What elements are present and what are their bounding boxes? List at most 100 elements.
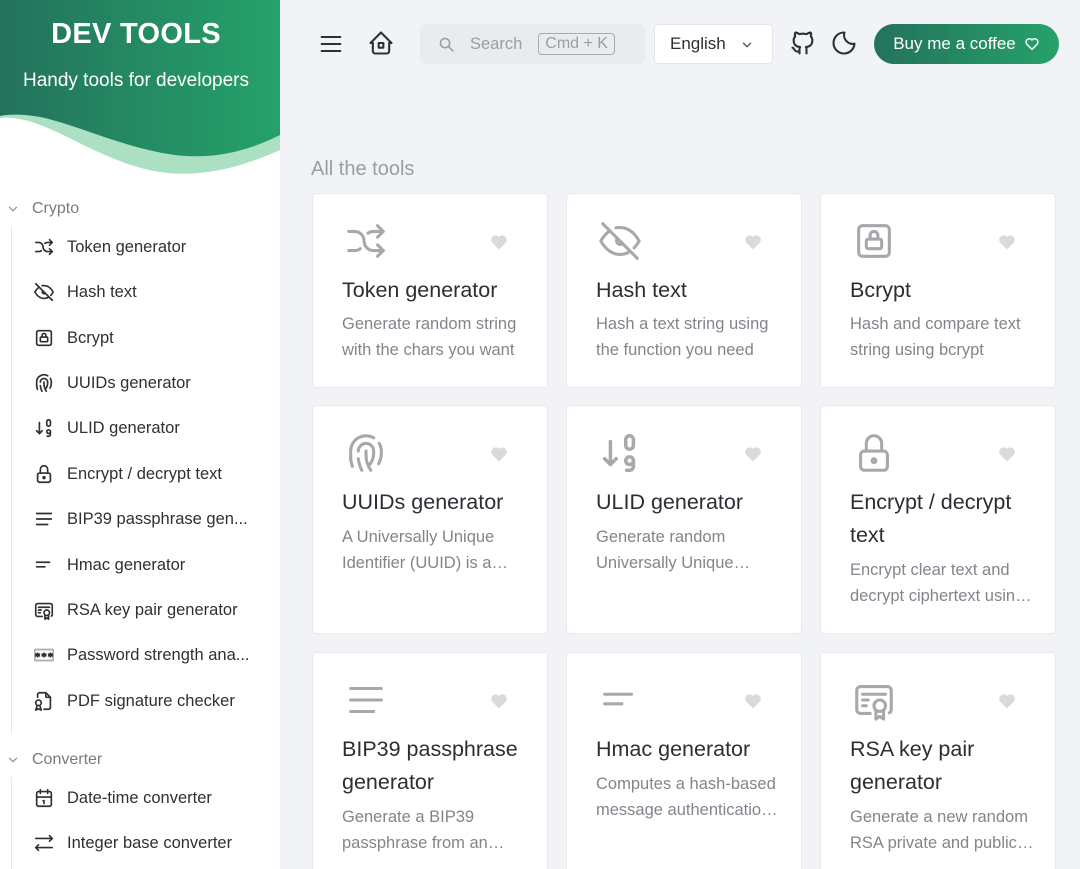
card-description: Generate random string with the chars yo…: [342, 315, 517, 359]
sidebar-item-bip39-passphrase-generator[interactable]: BIP39 passphrase gen...: [32, 501, 264, 537]
favorite-heart-icon[interactable]: [489, 444, 509, 464]
section-title: All the tools: [311, 158, 415, 180]
short-text-icon: [32, 553, 56, 577]
favorite-heart-icon[interactable]: [997, 232, 1017, 252]
chevron-down-icon: [742, 42, 752, 48]
sidebar-item-integer-base-converter[interactable]: Integer base converter: [32, 825, 264, 861]
language-select[interactable]: English: [654, 24, 773, 64]
calendar-icon: [32, 786, 56, 810]
sidebar-item-label: Hmac generator: [67, 555, 186, 574]
tool-card-token-generator[interactable]: Token generator Generate random string w…: [312, 193, 548, 388]
sidebar-item-password-strength-analyser[interactable]: Password strength ana...: [32, 637, 264, 673]
certificate-icon: [851, 677, 897, 723]
brand-title[interactable]: DEV TOOLS: [0, 18, 272, 51]
card-title: RSA key pair generator: [850, 737, 975, 794]
group-header-converter[interactable]: Converter: [6, 751, 102, 769]
search-icon: [439, 37, 454, 52]
search-bar[interactable]: Search Cmd + K: [420, 24, 645, 64]
card-description: Encrypt clear text and decrypt ciphertex…: [850, 561, 1025, 605]
favorite-heart-icon[interactable]: [743, 691, 763, 711]
tool-card-rsa-key-pair-generator[interactable]: RSA key pair generator Generate a new ra…: [820, 652, 1056, 869]
sort-numeric-icon: [597, 430, 643, 476]
heart-icon: [1025, 38, 1039, 51]
sidebar-item-hmac-generator[interactable]: Hmac generator: [32, 547, 264, 583]
password-icon: [32, 643, 56, 667]
lock-square-icon: [851, 218, 897, 264]
favorite-heart-icon[interactable]: [997, 444, 1017, 464]
coffee-button-label: Buy me a coffee: [893, 34, 1016, 53]
sidebar-item-ulid-generator[interactable]: ULID generator: [32, 410, 264, 446]
sidebar-item-bcrypt[interactable]: Bcrypt: [32, 320, 264, 356]
group-header-crypto[interactable]: Crypto: [6, 200, 79, 218]
sidebar-item-uuids-generator[interactable]: UUIDs generator: [32, 365, 264, 401]
card-title: Bcrypt: [850, 278, 911, 302]
lock-icon: [851, 430, 897, 476]
shuffle-icon: [32, 235, 56, 259]
sidebar-item-label: PDF signature checker: [67, 691, 235, 710]
favorite-heart-icon[interactable]: [997, 691, 1017, 711]
tool-card-hmac-generator[interactable]: Hmac generator Computes a hash-based mes…: [566, 652, 802, 869]
sidebar-item-label: RSA key pair generator: [67, 600, 238, 619]
menu-icon: [320, 35, 342, 53]
card-title: ULID generator: [596, 490, 743, 514]
buy-me-a-coffee-button[interactable]: Buy me a coffee: [874, 24, 1059, 64]
eye-off-icon: [32, 280, 56, 304]
tool-card-hash-text[interactable]: Hash text Hash a text string using the f…: [566, 193, 802, 388]
sort-numeric-icon: [32, 416, 56, 440]
card-description: Generate a new random RSA private and pu…: [850, 808, 1028, 852]
card-title: UUIDs generator: [342, 490, 504, 514]
moon-icon: [832, 31, 856, 55]
theme-toggle-button[interactable]: [829, 28, 859, 58]
menu-toggle-button[interactable]: [316, 29, 346, 59]
file-certificate-icon: [32, 689, 56, 713]
sidebar-item-label: Integer base converter: [67, 833, 233, 852]
search-shortcut-badge: Cmd + K: [538, 33, 615, 55]
sidebar-item-encrypt-decrypt-text[interactable]: Encrypt / decrypt text: [32, 456, 264, 492]
card-description: Hash and compare text string using bcryp…: [850, 315, 1021, 359]
align-justified-icon: [32, 507, 56, 531]
card-title: Token generator: [342, 278, 498, 302]
sidebar-item-label: Hash text: [67, 282, 137, 301]
tool-card-encrypt-decrypt-text[interactable]: Encrypt / decrypt text Encrypt clear tex…: [820, 405, 1056, 634]
tool-card-uuids-generator[interactable]: UUIDs generator A Universally Unique Ide…: [312, 405, 548, 634]
language-selected-value: English: [670, 34, 726, 53]
sidebar-item-label: Password strength ana...: [67, 645, 250, 664]
sidebar-item-label: Bcrypt: [67, 328, 114, 347]
sidebar: DEV TOOLS Handy tools for developers Cry…: [0, 0, 280, 869]
group-divider: [11, 777, 12, 869]
card-title: Hmac generator: [596, 737, 751, 761]
group-label: Converter: [32, 751, 103, 768]
tool-card-bip39-passphrase-generator[interactable]: BIP39 passphrase generator Generate a BI…: [312, 652, 548, 869]
sidebar-item-hash-text[interactable]: Hash text: [32, 274, 264, 310]
sidebar-item-pdf-signature-checker[interactable]: PDF signature checker: [32, 683, 264, 719]
github-icon: [791, 31, 814, 55]
search-placeholder: Search: [470, 34, 523, 53]
tool-card-bcrypt[interactable]: Bcrypt Hash and compare text string usin…: [820, 193, 1056, 388]
github-link[interactable]: [788, 28, 818, 58]
card-description: Computes a hash-based message authentica…: [596, 775, 776, 819]
favorite-heart-icon[interactable]: [489, 691, 509, 711]
fingerprint-icon: [32, 371, 56, 395]
card-title: BIP39 passphrase generator: [342, 737, 518, 794]
home-button[interactable]: [366, 28, 396, 58]
short-text-icon: [597, 677, 643, 723]
tool-card-ulid-generator[interactable]: ULID generator Generate random Universal…: [566, 405, 802, 634]
sidebar-item-label: Encrypt / decrypt text: [67, 464, 222, 483]
home-icon: [369, 31, 393, 55]
favorite-heart-icon[interactable]: [743, 232, 763, 252]
card-description: Generate random Universally Unique Lexic…: [596, 528, 734, 572]
sidebar-item-label: ULID generator: [67, 418, 180, 437]
lock-square-icon: [32, 326, 56, 350]
card-title: Encrypt / decrypt text: [850, 490, 1012, 547]
favorite-heart-icon[interactable]: [489, 232, 509, 252]
sidebar-item-date-time-converter[interactable]: Date-time converter: [32, 780, 264, 816]
sidebar-item-label: Date-time converter: [67, 788, 212, 807]
certificate-icon: [32, 598, 56, 622]
shuffle-icon: [343, 218, 389, 264]
fingerprint-icon: [343, 430, 389, 476]
arrows-left-right-icon: [32, 831, 56, 855]
sidebar-item-rsa-key-pair-generator[interactable]: RSA key pair generator: [32, 592, 264, 628]
favorite-heart-icon[interactable]: [743, 444, 763, 464]
sidebar-item-token-generator[interactable]: Token generator: [32, 229, 264, 265]
group-label: Crypto: [32, 200, 80, 217]
